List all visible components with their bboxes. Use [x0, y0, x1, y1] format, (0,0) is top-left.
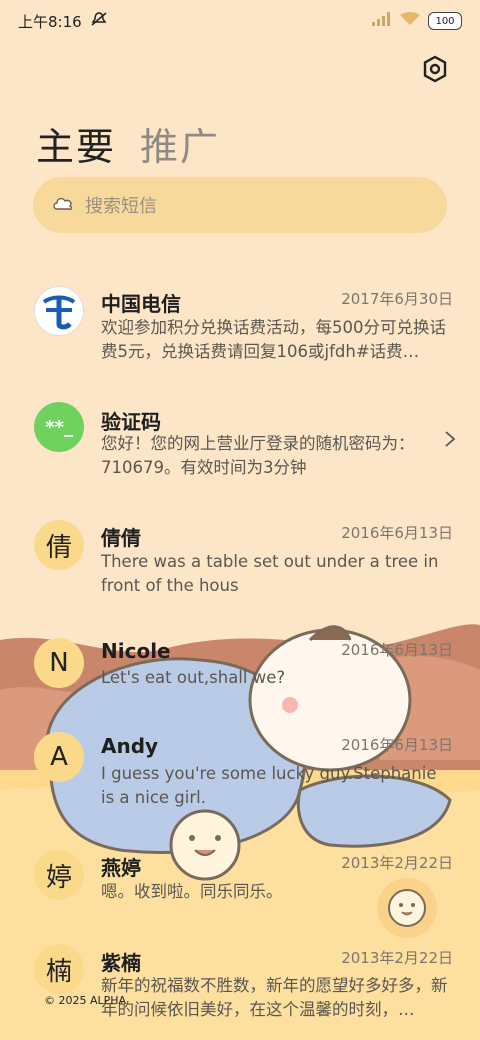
message-date: 2016年6月13日 — [341, 524, 453, 542]
avatar-text: 婷 — [45, 862, 72, 893]
contact-name: 中国电信 — [101, 292, 181, 316]
message-preview: I guess you're some lucky guy.Stephanie … — [101, 764, 437, 807]
avatar: **_ — [34, 402, 84, 452]
avatar: 倩 — [34, 520, 84, 570]
avatar: 楠 — [34, 944, 84, 994]
conversation-item[interactable]: 倩 倩倩 2016年6月13日 There was a table set ou… — [0, 520, 480, 630]
chick-icon — [388, 889, 426, 927]
chevron-right-icon — [444, 430, 456, 452]
settings-button[interactable] — [420, 54, 450, 84]
message-preview: 欢迎参加积分兑换话费活动，每500分可兑换话费5元，兑换话费请回复106或jfd… — [101, 318, 446, 361]
avatar: N — [34, 638, 84, 688]
message-preview: 您好！您的网上营业厅登录的随机密码为：710679。有效时间为3分钟 — [101, 434, 415, 477]
contact-name: 倩倩 — [101, 526, 141, 550]
message-preview: There was a table set out under a tree i… — [101, 552, 439, 595]
gear-icon — [423, 55, 447, 83]
avatar-text: N — [49, 648, 69, 678]
contact-name: Nicole — [101, 639, 171, 663]
tab-bar: 主要 推广 — [36, 116, 220, 171]
copyright-text: © 2025 ALPHA — [44, 994, 127, 1007]
tab-primary[interactable]: 主要 — [36, 116, 116, 171]
signal-icon — [372, 12, 392, 30]
message-date: 2016年6月13日 — [341, 641, 453, 659]
conversation-item[interactable]: **_ 验证码 您好！您的网上营业厅登录的随机密码为：710679。有效时间为3… — [0, 402, 480, 512]
battery-icon: 100 — [428, 12, 462, 30]
china-telecom-logo-icon — [37, 289, 81, 333]
message-date: 2016年6月13日 — [341, 736, 453, 754]
status-time: 上午8:16 — [18, 12, 82, 31]
avatar: A — [34, 732, 84, 782]
contact-name: 紫楠 — [101, 951, 141, 975]
conversation-item[interactable]: A Andy 2016年6月13日 I guess you're some lu… — [0, 732, 480, 842]
mute-icon — [90, 11, 108, 31]
avatar-text: 倩 — [45, 532, 72, 563]
avatar-text: 楠 — [45, 956, 72, 987]
conversation-item[interactable]: 楠 紫楠 2013年2月22日 新年的祝福数不胜数，新年的愿望好多好多，新年的问… — [0, 942, 480, 1040]
avatar-text: **_ — [45, 416, 73, 438]
compose-button[interactable] — [377, 878, 437, 938]
battery-level: 100 — [435, 15, 455, 27]
avatar: 婷 — [34, 850, 84, 900]
contact-name: 验证码 — [101, 410, 161, 434]
message-preview: Let's eat out,shall we? — [101, 668, 286, 687]
contact-name: Andy — [101, 734, 159, 758]
contact-name: 燕婷 — [101, 856, 141, 880]
search-input[interactable]: 搜索短信 — [33, 177, 447, 233]
avatar-text: A — [50, 742, 68, 772]
conversation-item[interactable]: 中国电信 2017年6月30日 欢迎参加积分兑换话费活动，每500分可兑换话费5… — [0, 284, 480, 394]
message-date: 2017年6月30日 — [341, 290, 453, 308]
message-preview: 新年的祝福数不胜数，新年的愿望好多好多，新年的问候依旧美好，在这个温馨的时刻，… — [101, 976, 448, 1019]
tab-promotions[interactable]: 推广 — [140, 116, 220, 171]
message-date: 2013年2月22日 — [341, 949, 453, 967]
wifi-icon — [400, 12, 420, 30]
status-bar: 上午8:16 100 — [0, 0, 480, 42]
search-placeholder: 搜索短信 — [85, 196, 157, 217]
avatar — [34, 286, 84, 336]
message-date: 2013年2月22日 — [341, 854, 453, 872]
cloud-search-icon — [51, 194, 75, 216]
